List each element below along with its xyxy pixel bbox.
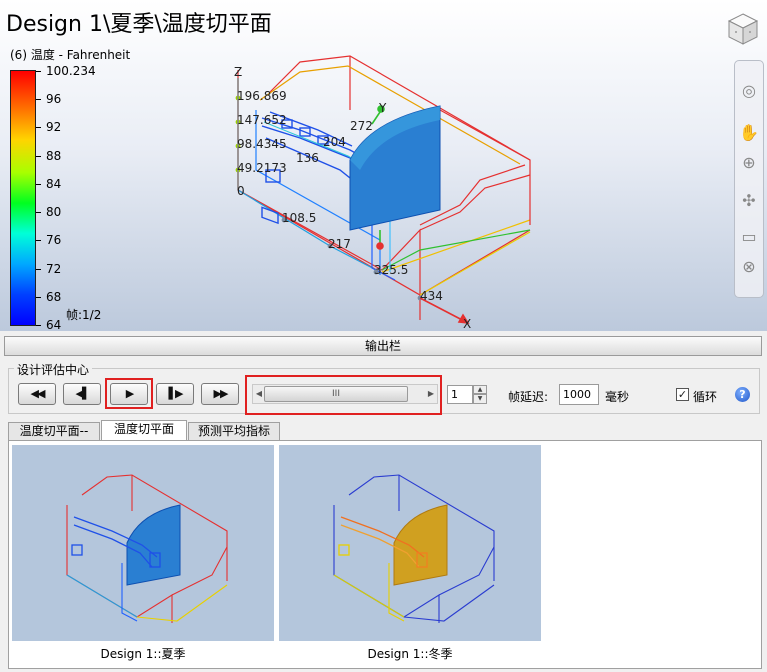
z-tick: 0 — [237, 184, 245, 198]
frame-delay-label: 帧延迟: — [508, 390, 549, 404]
output-bar-button[interactable]: 输出栏 — [4, 336, 762, 356]
spin-down-icon[interactable]: ▼ — [473, 394, 487, 404]
pan-hand-icon[interactable]: ✋ — [739, 123, 759, 143]
frame-delay-input[interactable]: 1000 — [559, 384, 599, 405]
thumbnail-winter[interactable] — [279, 445, 541, 641]
slider-thumb[interactable]: III — [264, 386, 408, 402]
frame-delay-unit: 毫秒 — [605, 390, 630, 404]
thumbnail-summer-model — [66, 474, 228, 623]
walk-icon[interactable]: ✣ — [739, 191, 759, 211]
thumbnail-summer[interactable] — [12, 445, 274, 641]
x-tick: 434 — [420, 289, 443, 303]
z-tick: 49.2173 — [237, 161, 287, 175]
tab-temperature-plane-prev[interactable]: 温度切平面-- — [8, 422, 100, 440]
thumbnail-summer-caption: Design 1::夏季 — [100, 647, 186, 661]
close-icon[interactable]: ⊗ — [739, 257, 759, 277]
z-tick: 98.4345 — [237, 137, 287, 151]
y-tick: 136 — [296, 151, 319, 165]
x-tick: 325.5 — [374, 263, 408, 277]
x-tick: 108.5 — [282, 211, 316, 225]
z-tick: 147.652 — [237, 113, 287, 127]
frame-number-input[interactable]: 1 — [447, 385, 473, 404]
thumbnail-winter-caption: Design 1::冬季 — [367, 647, 453, 661]
x-tick: 217 — [328, 237, 351, 251]
model-wireframe: Z Y X 196.869 147.652 98.4345 49.2173 0 … — [234, 55, 531, 331]
loop-checkbox[interactable]: ✓ — [676, 388, 689, 401]
z-tick: 196.869 — [237, 89, 287, 103]
camera-icon[interactable]: ▭ — [739, 227, 759, 247]
tab-predicted-average-metrics[interactable]: 预测平均指标 — [188, 422, 280, 440]
loop-label: 循环 — [693, 390, 718, 404]
view-cube-icon[interactable] — [726, 12, 760, 46]
z-axis-label: Z — [234, 65, 242, 79]
zoom-icon[interactable]: ⊕ — [739, 153, 759, 173]
tab-temperature-plane[interactable]: 温度切平面 — [101, 420, 187, 441]
rewind-button[interactable]: ◀◀ — [18, 383, 56, 405]
y-axis-label: Y — [378, 101, 387, 115]
slider-right-arrow-icon[interactable]: ▶ — [426, 386, 436, 402]
step-back-button[interactable]: ◀▌ — [63, 383, 101, 405]
navigation-toolbar: ◎ ✋ ⊕ ✣ ▭ ⊗ — [734, 60, 764, 298]
play-button-highlight — [105, 378, 153, 409]
orbit-icon[interactable]: ◎ — [739, 81, 759, 101]
fast-forward-button[interactable]: ▶▶ — [201, 383, 239, 405]
graphics-viewport[interactable]: Design 1\夏季\温度切平面 (6) 温度 - Fahrenheit 10… — [0, 0, 767, 331]
thumbnail-winter-model — [333, 474, 495, 623]
slider-left-arrow-icon[interactable]: ◀ — [254, 386, 264, 402]
y-tick: 204 — [323, 135, 346, 149]
spin-up-icon[interactable]: ▲ — [473, 385, 487, 394]
x-axis-label: X — [463, 317, 471, 331]
step-forward-button[interactable]: ▌▶ — [156, 383, 194, 405]
y-tick: 272 — [350, 119, 373, 133]
design-evaluation-title: 设计评估中心 — [14, 361, 93, 378]
help-icon[interactable]: ? — [735, 387, 750, 402]
